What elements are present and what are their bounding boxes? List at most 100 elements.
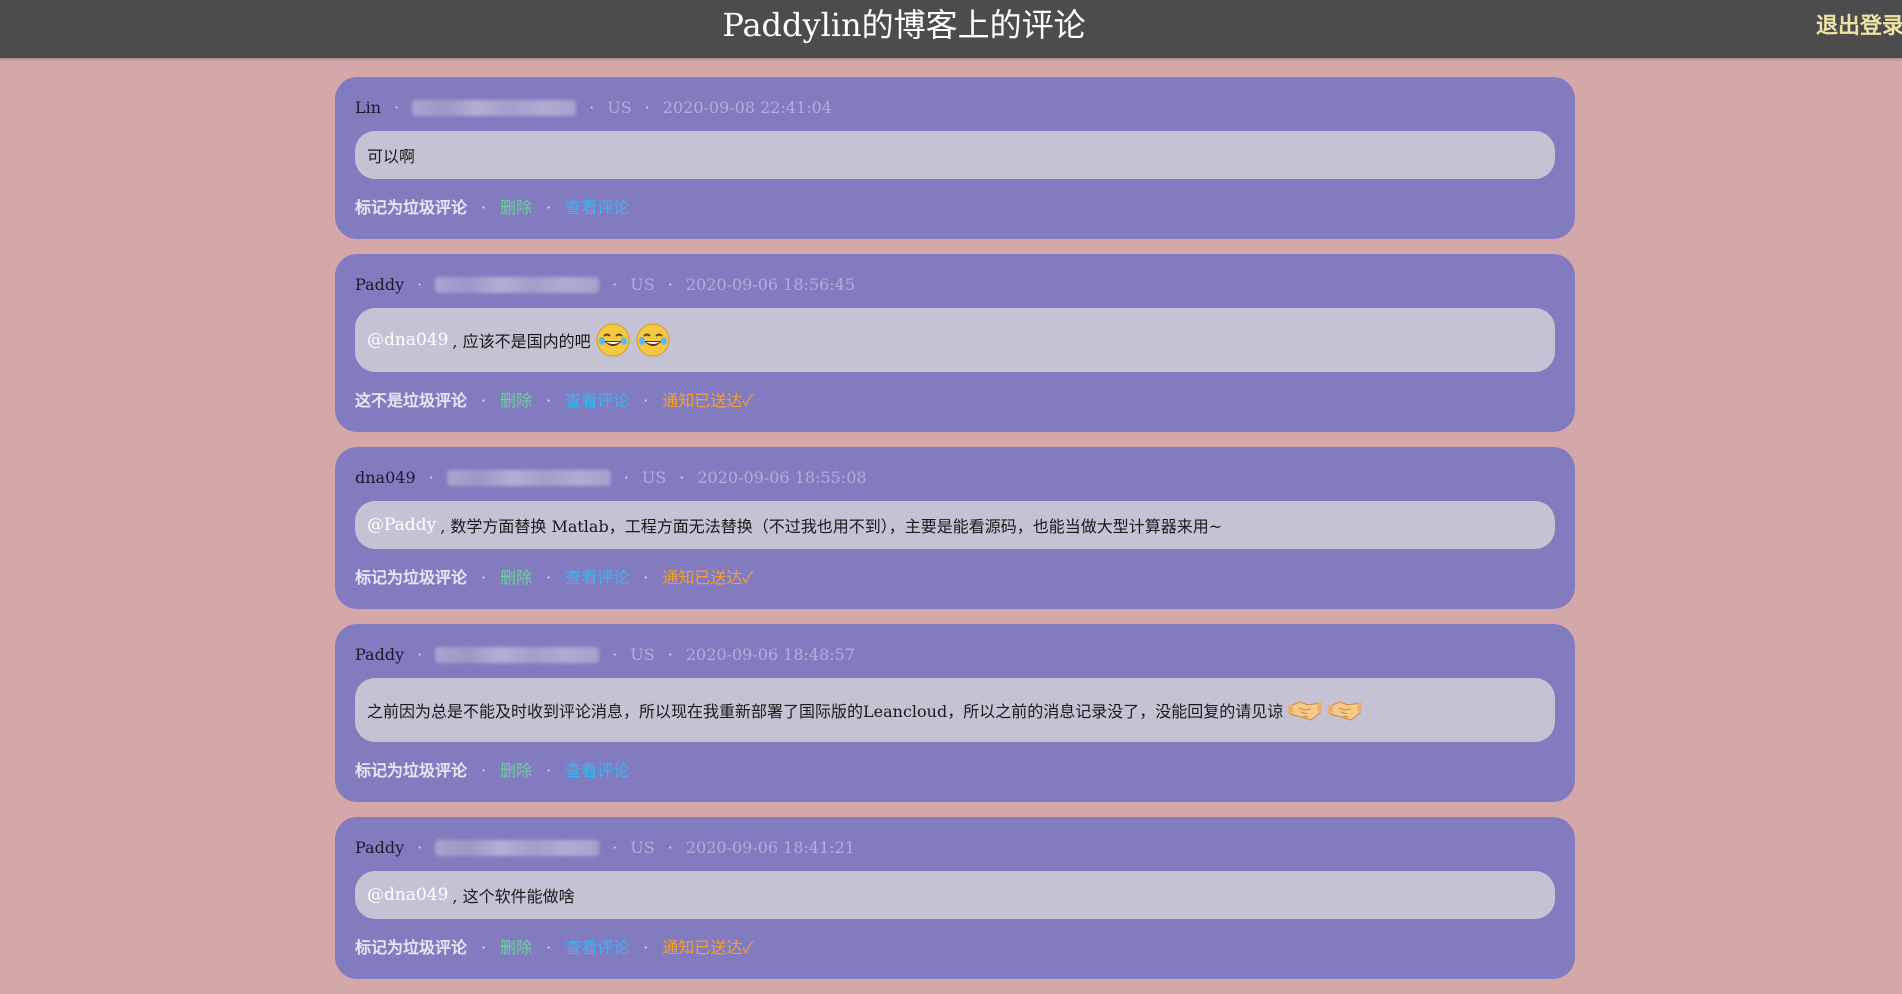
action-separator: · — [546, 568, 552, 587]
action-separator: · — [481, 391, 487, 410]
comment-content: 之前因为总是不能及时收到评论消息，所以现在我重新部署了国际版的Leancloud… — [355, 678, 1555, 742]
comment-time: 2020-09-08 22:41:04 — [662, 98, 832, 117]
comment-author: dna049 — [355, 468, 416, 487]
action-separator: · — [481, 938, 487, 957]
action-separator: · — [481, 198, 487, 217]
meta-separator: · — [644, 98, 650, 117]
action-separator: · — [643, 391, 649, 410]
delete-link[interactable]: 删除 — [500, 197, 532, 219]
view-comment-link[interactable]: 查看评论 — [565, 937, 629, 959]
meta-separator: · — [417, 275, 423, 294]
rofl-emoji-icon — [596, 323, 630, 357]
delete-link[interactable]: 删除 — [500, 760, 532, 782]
comment-author: Lin — [355, 98, 382, 117]
comment-text: , 应该不是国内的吧 — [452, 332, 591, 351]
action-separator: · — [546, 198, 552, 217]
comment-time: 2020-09-06 18:41:21 — [685, 838, 856, 857]
meta-separator: · — [428, 468, 434, 487]
comment-time: 2020-09-06 18:48:57 — [685, 645, 856, 664]
delete-link[interactable]: 删除 — [500, 937, 532, 959]
meta-separator: · — [589, 98, 595, 117]
delete-link[interactable]: 删除 — [500, 390, 532, 412]
action-separator: · — [643, 938, 649, 957]
handshake-emoji-icon — [1328, 701, 1363, 721]
mark-spam-link[interactable]: 标记为垃圾评论 — [355, 760, 467, 782]
comment-country: US — [630, 838, 655, 857]
meta-separator: · — [612, 838, 618, 857]
view-comment-link[interactable]: 查看评论 — [565, 197, 629, 219]
comment-time: 2020-09-06 18:55:08 — [697, 468, 867, 487]
view-comment-link[interactable]: 查看评论 — [565, 390, 629, 412]
comment-meta: Paddy · · US · 2020-09-06 18:56:45 — [355, 274, 1555, 296]
comment-time: 2020-09-06 18:56:45 — [685, 275, 856, 294]
blurred-email — [412, 100, 577, 116]
blurred-email — [435, 277, 600, 293]
comment-author: Paddy — [355, 275, 405, 294]
comment-country: US — [630, 275, 655, 294]
comment-content: @Paddy , 数学方面替换 Matlab，工程方面无法替换（不过我也用不到）… — [355, 501, 1555, 549]
notify-status: 通知已送达✓ — [662, 938, 754, 957]
comment-author: Paddy — [355, 838, 405, 857]
meta-separator: · — [612, 275, 618, 294]
meta-separator: · — [667, 838, 673, 857]
comment-actions: 标记为垃圾评论 · 删除 · 查看评论 · 通知已送达✓ — [355, 567, 1555, 589]
comment-text: 可以啊 — [367, 147, 416, 166]
meta-separator: · — [623, 468, 629, 487]
comment-content: @dna049 , 应该不是国内的吧 — [355, 308, 1555, 372]
comment-country: US — [641, 468, 667, 487]
page-title: Paddylin的博客上的评论 — [722, 6, 1086, 44]
action-separator: · — [546, 761, 552, 780]
comment-meta: Paddy · · US · 2020-09-06 18:41:21 — [355, 837, 1555, 859]
meta-separator: · — [417, 645, 423, 664]
action-separator: · — [643, 568, 649, 587]
comment-card: Paddy · · US · 2020-09-06 18:41:21 @dna0… — [335, 817, 1575, 979]
comment-meta: Lin · · US · 2020-09-08 22:41:04 — [355, 97, 1555, 119]
comment-actions: 标记为垃圾评论 · 删除 · 查看评论 — [355, 197, 1555, 219]
comment-card: Paddy · · US · 2020-09-06 18:48:57 之前因为总… — [335, 624, 1575, 802]
meta-separator: · — [667, 645, 673, 664]
mark-spam-link[interactable]: 标记为垃圾评论 — [355, 567, 467, 589]
comment-text: , 数学方面替换 Matlab，工程方面无法替换（不过我也用不到），主要是能看源… — [440, 517, 1223, 536]
meta-separator: · — [417, 838, 423, 857]
comment-actions: 标记为垃圾评论 · 删除 · 查看评论 · 通知已送达✓ — [355, 937, 1555, 959]
comment-meta: Paddy · · US · 2020-09-06 18:48:57 — [355, 644, 1555, 666]
handshake-emoji-icon — [1288, 701, 1323, 721]
meta-separator: · — [394, 98, 400, 117]
view-comment-link[interactable]: 查看评论 — [565, 567, 629, 589]
mention-link[interactable]: @dna049 — [367, 885, 448, 905]
meta-separator: · — [612, 645, 618, 664]
action-separator: · — [546, 391, 552, 410]
comment-country: US — [630, 645, 655, 664]
notify-status: 通知已送达✓ — [662, 568, 754, 587]
comment-country: US — [607, 98, 632, 117]
comment-author: Paddy — [355, 645, 405, 664]
comment-list: Lin · · US · 2020-09-08 22:41:04 可以啊 标记为… — [335, 77, 1575, 994]
blurred-email — [435, 840, 600, 856]
meta-separator: · — [667, 275, 673, 294]
view-comment-link[interactable]: 查看评论 — [565, 760, 629, 782]
rofl-emoji-icon — [636, 323, 670, 357]
mark-spam-link[interactable]: 标记为垃圾评论 — [355, 937, 467, 959]
comment-meta: dna049 · · US · 2020-09-06 18:55:08 — [355, 467, 1555, 489]
comment-card: Paddy · · US · 2020-09-06 18:56:45 @dna0… — [335, 254, 1575, 432]
comment-content: 可以啊 — [355, 131, 1555, 179]
comment-text: , 这个软件能做啥 — [452, 887, 575, 906]
meta-separator: · — [679, 468, 685, 487]
logout-button[interactable]: 退出登录 — [1816, 0, 1902, 52]
comment-actions: 标记为垃圾评论 · 删除 · 查看评论 — [355, 760, 1555, 782]
blurred-email — [446, 470, 611, 486]
mention-link[interactable]: @Paddy — [367, 515, 436, 535]
comment-actions: 这不是垃圾评论 · 删除 · 查看评论 · 通知已送达✓ — [355, 390, 1555, 412]
mark-spam-link[interactable]: 标记为垃圾评论 — [355, 197, 467, 219]
top-bar: Paddylin的博客上的评论 退出登录 — [0, 0, 1902, 58]
notify-status: 通知已送达✓ — [662, 391, 754, 410]
not-spam-link[interactable]: 这不是垃圾评论 — [355, 390, 467, 412]
mention-link[interactable]: @dna049 — [367, 330, 448, 350]
action-separator: · — [481, 761, 487, 780]
delete-link[interactable]: 删除 — [500, 567, 532, 589]
action-separator: · — [546, 938, 552, 957]
comment-card: Lin · · US · 2020-09-08 22:41:04 可以啊 标记为… — [335, 77, 1575, 239]
comment-card: dna049 · · US · 2020-09-06 18:55:08 @Pad… — [335, 447, 1575, 609]
comment-content: @dna049 , 这个软件能做啥 — [355, 871, 1555, 919]
blurred-email — [435, 647, 600, 663]
